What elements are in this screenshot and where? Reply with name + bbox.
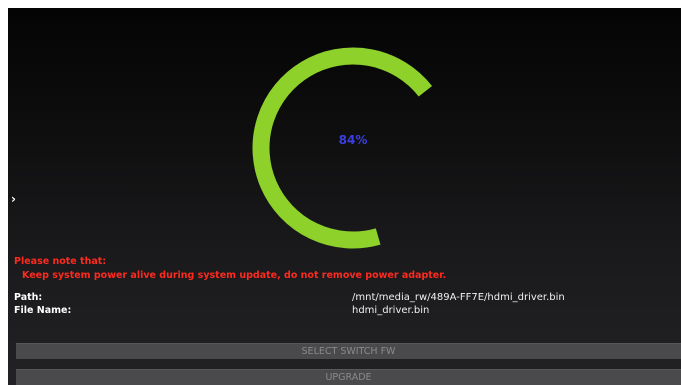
notice-body: Keep system power alive during system up…	[22, 270, 447, 281]
path-label: Path:	[14, 292, 43, 303]
select-switch-fw-button[interactable]: SELECT SWITCH FW	[16, 343, 681, 359]
file-name-value: hdmi_driver.bin	[352, 305, 430, 316]
chevron-right-icon[interactable]: ›	[11, 191, 16, 207]
notice-title: Please note that:	[14, 256, 107, 267]
progress-ring: 84%	[244, 39, 462, 257]
update-panel: 84% › Please note that: Keep system powe…	[8, 8, 681, 385]
upgrade-button[interactable]: UPGRADE	[16, 369, 681, 385]
path-value: /mnt/media_rw/489A-FF7E/hdmi_driver.bin	[352, 292, 565, 303]
update-screen: 84% › Please note that: Keep system powe…	[0, 0, 681, 385]
progress-percent: 84%	[338, 133, 368, 147]
file-name-label: File Name:	[14, 305, 72, 316]
